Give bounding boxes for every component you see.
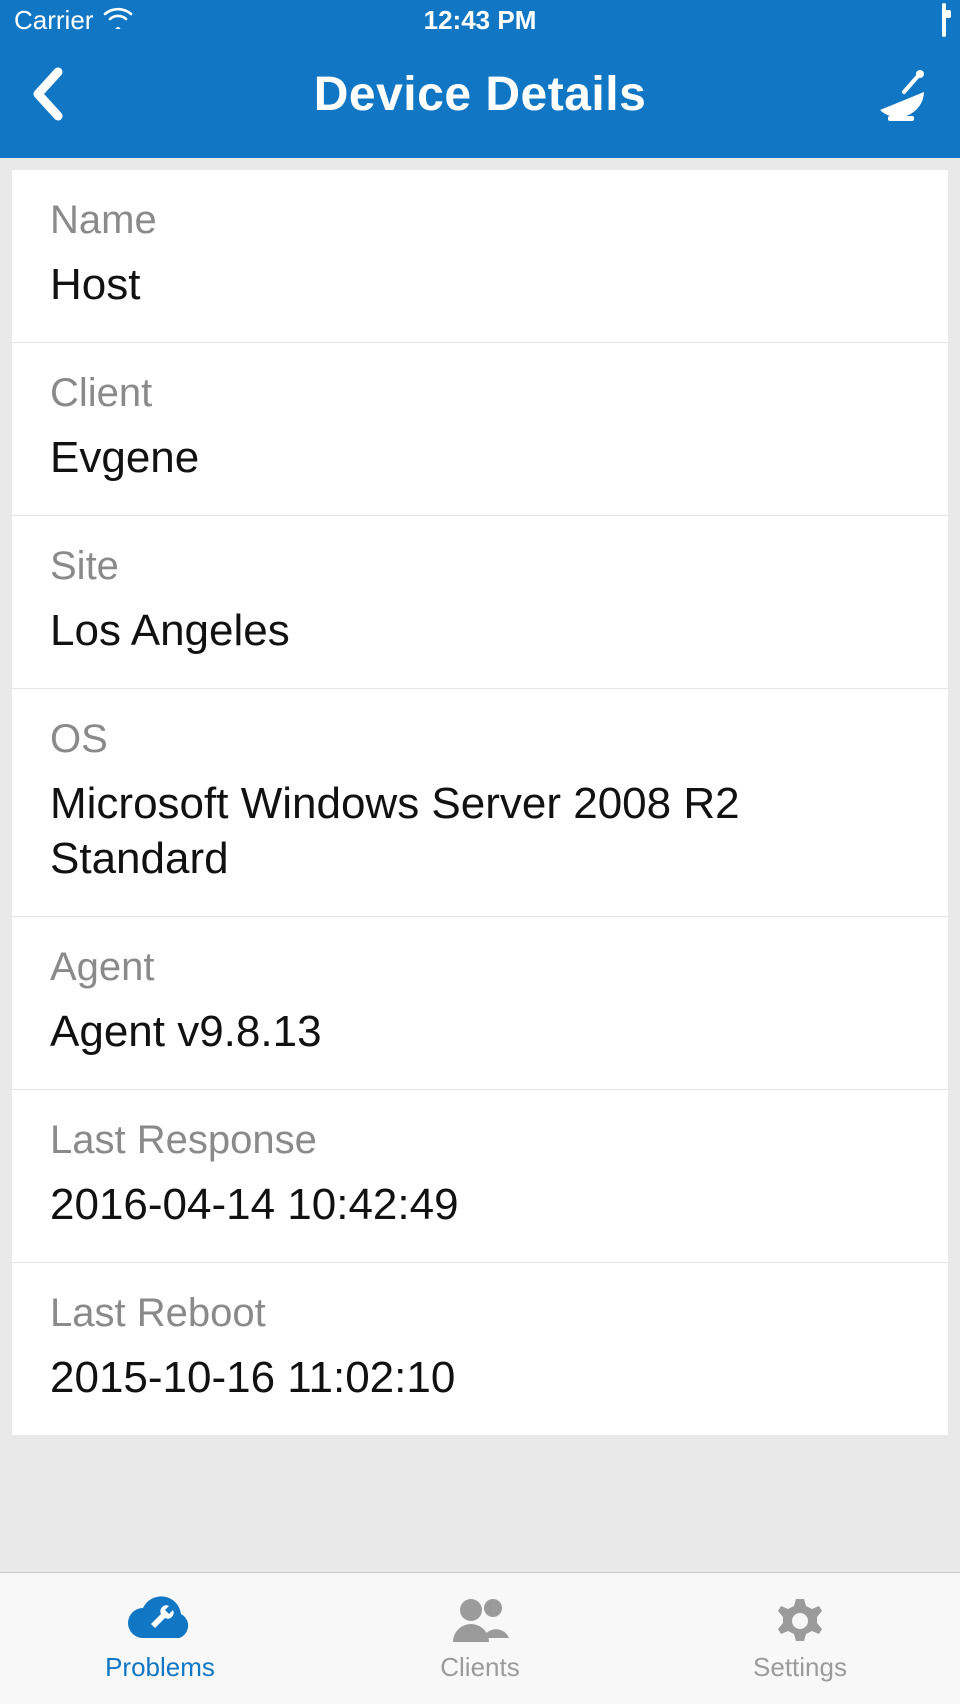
field-last-reboot: Last Reboot 2015-10-16 11:02:10 (12, 1263, 948, 1435)
field-label: Agent (50, 945, 910, 990)
field-label: Last Response (50, 1118, 910, 1163)
tab-label: Settings (753, 1652, 847, 1683)
chevron-left-icon (30, 66, 64, 122)
field-value: Host (50, 257, 910, 312)
tab-problems[interactable]: Problems (0, 1573, 320, 1704)
field-value: Evgene (50, 430, 910, 485)
tab-settings[interactable]: Settings (640, 1573, 960, 1704)
details-card: Name Host Client Evgene Site Los Angeles… (12, 170, 948, 1435)
field-label: Site (50, 544, 910, 589)
field-site: Site Los Angeles (12, 516, 948, 689)
battery-icon (942, 5, 946, 36)
satellite-action-button[interactable] (850, 66, 930, 122)
field-agent: Agent Agent v9.8.13 (12, 917, 948, 1090)
field-value: 2015-10-16 11:02:10 (50, 1350, 910, 1405)
field-value: Microsoft Windows Server 2008 R2 Standar… (50, 776, 910, 886)
page-title: Device Details (110, 67, 850, 122)
field-label: OS (50, 717, 910, 762)
status-bar: Carrier 12:43 PM (0, 0, 960, 40)
cloud-wrench-icon (121, 1594, 199, 1648)
content-scroll[interactable]: Name Host Client Evgene Site Los Angeles… (0, 158, 960, 1572)
field-last-response: Last Response 2016-04-14 10:42:49 (12, 1090, 948, 1263)
tab-bar: Problems Clients Settings (0, 1572, 960, 1704)
field-value: Agent v9.8.13 (50, 1004, 910, 1059)
field-name: Name Host (12, 170, 948, 343)
clock: 12:43 PM (325, 5, 636, 36)
field-client: Client Evgene (12, 343, 948, 516)
field-value: 2016-04-14 10:42:49 (50, 1177, 910, 1232)
field-label: Name (50, 198, 910, 243)
tab-label: Problems (105, 1652, 215, 1683)
field-label: Client (50, 371, 910, 416)
field-os: OS Microsoft Windows Server 2008 R2 Stan… (12, 689, 948, 917)
tab-clients[interactable]: Clients (320, 1573, 640, 1704)
tab-label: Clients (440, 1652, 519, 1683)
carrier-label: Carrier (14, 5, 93, 36)
field-value: Los Angeles (50, 603, 910, 658)
satellite-dish-icon (870, 66, 930, 122)
wifi-icon (103, 5, 133, 36)
nav-header: Device Details (0, 40, 960, 158)
people-icon (445, 1594, 515, 1648)
back-button[interactable] (30, 66, 110, 122)
field-label: Last Reboot (50, 1291, 910, 1336)
gear-icon (770, 1594, 830, 1648)
